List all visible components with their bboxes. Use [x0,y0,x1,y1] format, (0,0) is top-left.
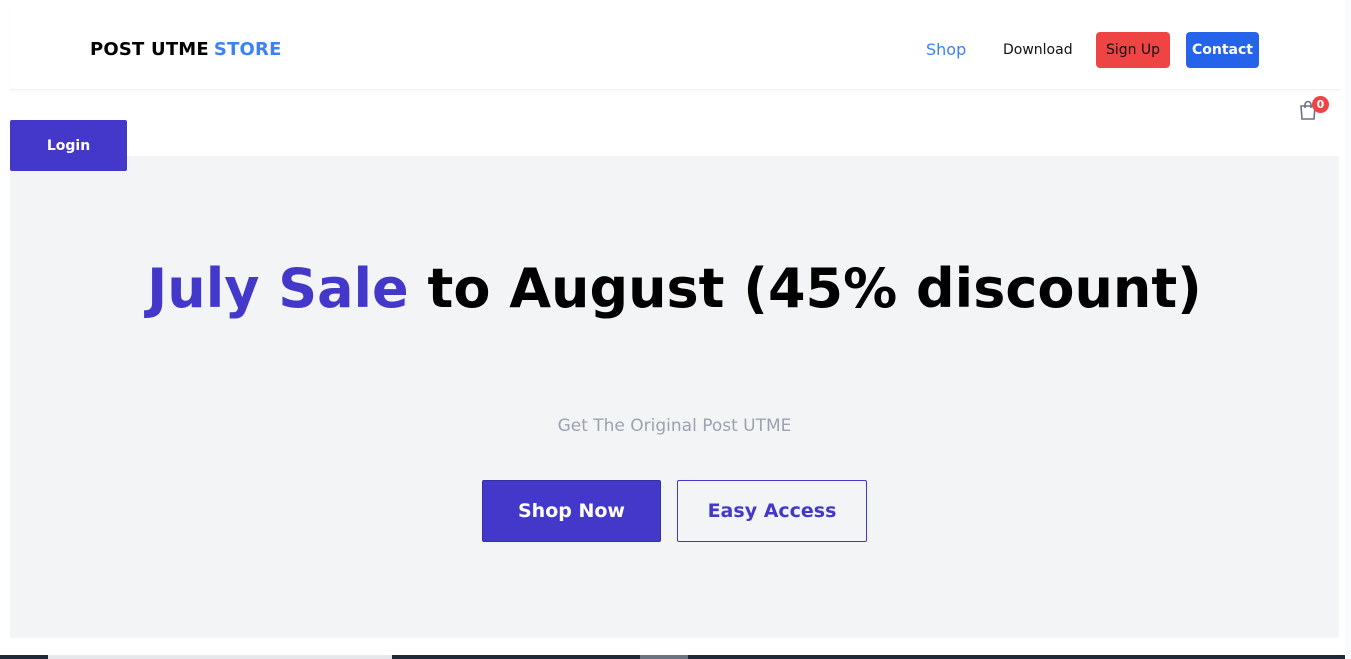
hero-title-rest: to August (45% discount) [427,257,1202,320]
page-scrollbar[interactable] [1345,0,1351,659]
hero-title-highlight: July Sale [147,257,409,320]
shop-now-button[interactable]: Shop Now [482,480,661,542]
logo-accent-text: STORE [213,39,282,60]
cart-button[interactable]: 0 [1298,96,1330,124]
site-header: POST UTME STORE Shop Download Sign Up Con… [10,0,1341,90]
nav-download-link[interactable]: Download [1003,0,1073,90]
contact-button[interactable]: Contact [1186,32,1259,68]
page: POST UTME STORE Shop Download Sign Up Con… [0,0,1351,659]
login-button[interactable]: Login [10,120,127,171]
signup-button[interactable]: Sign Up [1096,32,1170,68]
nav-shop-link[interactable]: Shop [926,0,966,90]
hero-subtitle: Get The Original Post UTME [557,416,792,436]
easy-access-button[interactable]: Easy Access [677,480,867,542]
bottom-strip [0,655,1351,659]
site-logo[interactable]: POST UTME STORE [90,39,282,60]
logo-main-text: POST UTME [90,39,209,60]
bottom-strip-segment [640,655,688,659]
bottom-strip-segment [48,655,392,659]
cart-count-badge: 0 [1312,96,1329,113]
hero-section: July Sale to August (45% discount) Get T… [10,156,1339,638]
hero-title: July Sale to August (45% discount) [10,260,1339,318]
